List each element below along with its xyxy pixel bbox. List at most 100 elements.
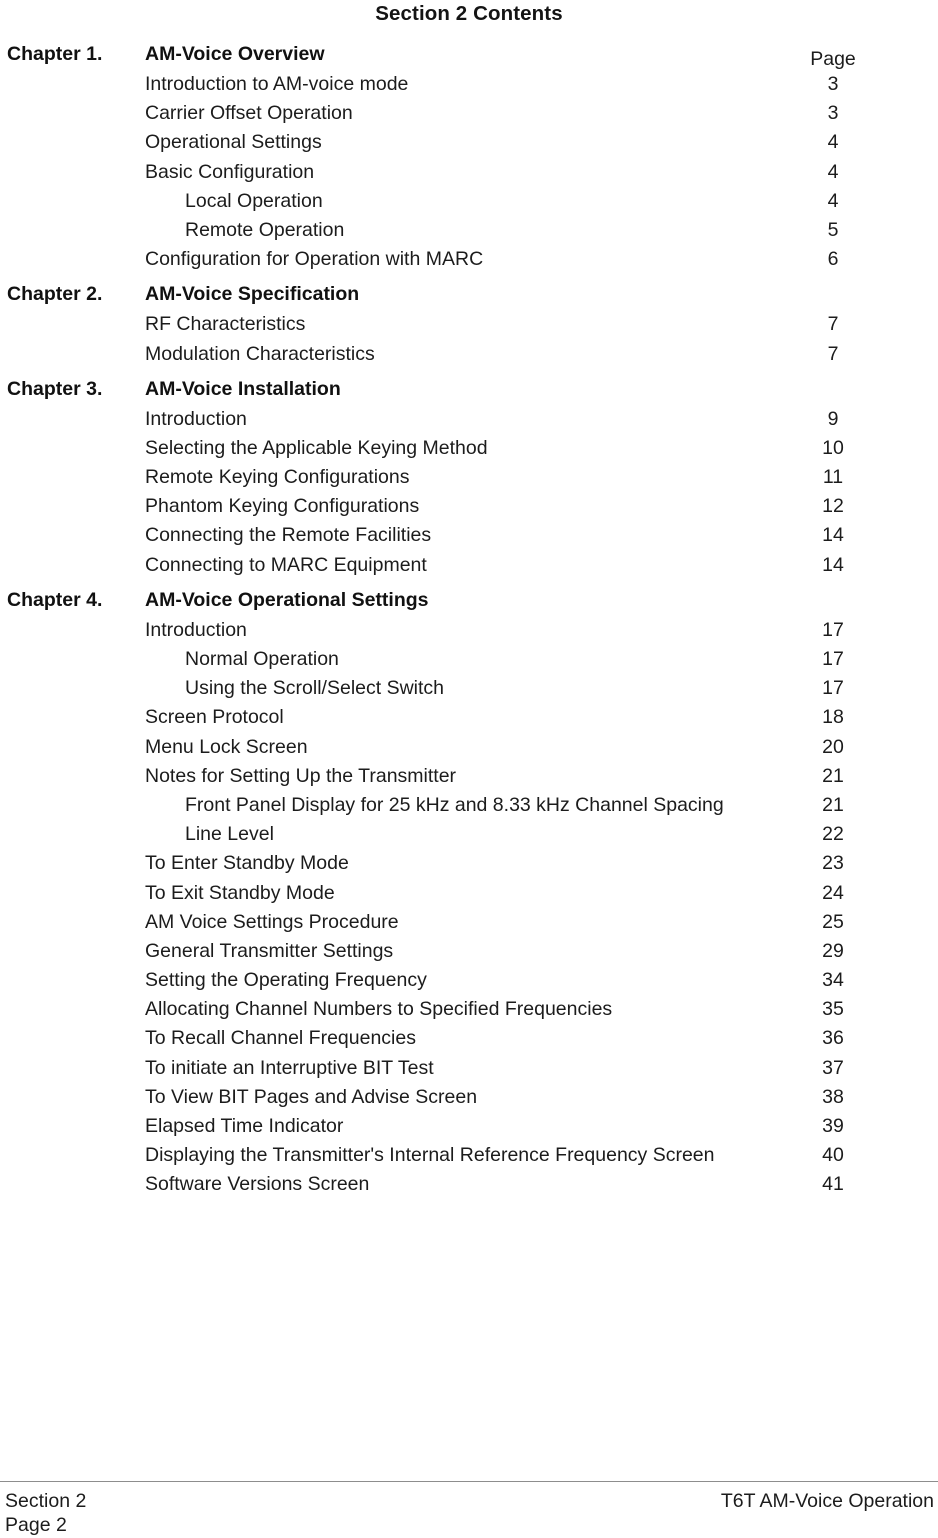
- toc-entry-title: Front Panel Display for 25 kHz and 8.33 …: [185, 793, 724, 816]
- toc-entry-row[interactable]: Menu Lock Screen 20: [0, 733, 938, 762]
- toc-entry-page-number: 22: [822, 823, 844, 846]
- toc-entry-title: Basic Configuration: [145, 160, 315, 183]
- toc-entry-row[interactable]: Screen Protocol 18: [0, 703, 938, 732]
- toc-entry-title: Connecting to MARC Equipment: [145, 553, 427, 576]
- toc-entry-title: RF Characteristics: [145, 313, 306, 336]
- toc-entry-title: Allocating Channel Numbers to Specified …: [145, 998, 613, 1021]
- footer-left: Section 2 Page 2: [5, 1489, 86, 1537]
- toc-entry-row[interactable]: General Transmitter Settings 29: [0, 937, 938, 966]
- toc-entry-title: Introduction: [145, 407, 247, 430]
- toc-entry-page-number: 18: [822, 706, 844, 729]
- toc-entry-row[interactable]: Displaying the Transmitter's Internal Re…: [0, 1141, 938, 1170]
- toc-entry-row[interactable]: AM Voice Settings Procedure 25: [0, 908, 938, 937]
- toc-entry-row[interactable]: Elapsed Time Indicator 39: [0, 1112, 938, 1141]
- toc-entry-title: Menu Lock Screen: [145, 735, 308, 758]
- toc-entry-page-number: 25: [822, 910, 844, 933]
- toc-entry-title: Setting the Operating Frequency: [145, 969, 427, 992]
- toc-entry-row[interactable]: To initiate an Interruptive BIT Test 37: [0, 1054, 938, 1083]
- toc-entry-title: Displaying the Transmitter's Internal Re…: [145, 1144, 715, 1167]
- toc-entry-row[interactable]: Front Panel Display for 25 kHz and 8.33 …: [0, 791, 938, 820]
- toc-entry-title: To Recall Channel Frequencies: [145, 1027, 416, 1050]
- toc-entry-row[interactable]: Remote Keying Configurations 11: [0, 463, 938, 492]
- chapter-title: AM-Voice Specification: [145, 283, 360, 306]
- toc-entry-page-number: 7: [827, 342, 839, 365]
- toc-entry-page-number: 21: [822, 793, 844, 816]
- toc-entry-page-number: 4: [827, 131, 839, 154]
- toc-entry-row[interactable]: Setting the Operating Frequency 34: [0, 966, 938, 995]
- chapter-heading-row[interactable]: Chapter 1. AM-Voice Overview: [0, 38, 938, 70]
- chapter-title: AM-Voice Overview: [145, 43, 325, 65]
- toc-entry-row[interactable]: Line Level 22: [0, 820, 938, 849]
- chapter-number-label: Chapter 3.: [7, 377, 103, 400]
- toc-entry-title: To Enter Standby Mode: [145, 852, 349, 875]
- toc-entry-row[interactable]: Introduction 17: [0, 616, 938, 645]
- toc-entry-row[interactable]: Phantom Keying Configurations 12: [0, 492, 938, 521]
- toc-entry-row[interactable]: Local Operation 4: [0, 187, 938, 216]
- toc-entry-row[interactable]: Software Versions Screen 41: [0, 1170, 938, 1199]
- toc-entry-title: Local Operation: [185, 189, 323, 212]
- chapter-title: AM-Voice Installation: [145, 377, 341, 400]
- toc-entry-title: Remote Keying Configurations: [145, 466, 410, 489]
- chapter-number-label: Chapter 1.: [7, 43, 103, 65]
- chapter-heading-row[interactable]: Chapter 3. AM-Voice Installation: [0, 373, 938, 405]
- toc-entry-row[interactable]: Carrier Offset Operation 3: [0, 99, 938, 128]
- toc-entry-row[interactable]: To Recall Channel Frequencies 36: [0, 1024, 938, 1053]
- toc-entry-title: Remote Operation: [185, 218, 345, 241]
- toc-entry-row[interactable]: To Exit Standby Mode 24: [0, 879, 938, 908]
- toc-entry-page-number: 40: [822, 1144, 844, 1167]
- toc-entry-row[interactable]: Introduction 9: [0, 405, 938, 434]
- toc-entry-row[interactable]: Configuration for Operation with MARC 6: [0, 245, 938, 274]
- footer-page-label: Page 2: [5, 1514, 67, 1536]
- chapter-title: AM-Voice Operational Settings: [145, 588, 429, 611]
- toc-entry-title: Line Level: [185, 823, 274, 846]
- toc-entry-title: Connecting the Remote Facilities: [145, 524, 432, 547]
- toc-entry-title: Notes for Setting Up the Transmitter: [145, 764, 457, 787]
- table-of-contents: Chapter 1. AM-Voice Overview Introduction …: [0, 38, 938, 1200]
- toc-entry-page-number: 4: [827, 160, 839, 183]
- toc-entry-page-number: 34: [822, 969, 844, 992]
- toc-entry-row[interactable]: Normal Operation 17: [0, 645, 938, 674]
- toc-entry-title: Operational Settings: [145, 131, 322, 154]
- toc-entry-page-number: 36: [822, 1027, 844, 1050]
- toc-entry-row[interactable]: To Enter Standby Mode 23: [0, 849, 938, 878]
- toc-entry-title: To Exit Standby Mode: [145, 881, 335, 904]
- chapter-heading-row[interactable]: Chapter 4. AM-Voice Operational Settings: [0, 584, 938, 616]
- toc-entry-page-number: 41: [822, 1173, 844, 1196]
- toc-entry-page-number: 23: [822, 852, 844, 875]
- chapter-block: Chapter 2. AM-Voice Specification RF Chara…: [0, 278, 938, 368]
- toc-entry-title: Using the Scroll/Select Switch: [185, 677, 445, 700]
- toc-entry-row[interactable]: Using the Scroll/Select Switch 17: [0, 674, 938, 703]
- toc-entry-title: To initiate an Interruptive BIT Test: [145, 1056, 434, 1079]
- toc-entry-page-number: 24: [822, 881, 844, 904]
- toc-entry-row[interactable]: RF Characteristics 7: [0, 310, 938, 339]
- toc-entry-row[interactable]: Allocating Channel Numbers to Specified …: [0, 995, 938, 1024]
- footer-document-title: T6T AM-Voice Operation: [720, 1490, 934, 1512]
- toc-entry-row[interactable]: Modulation Characteristics 7: [0, 340, 938, 369]
- toc-entry-page-number: 29: [822, 939, 844, 962]
- toc-entry-row[interactable]: Remote Operation 5: [0, 216, 938, 245]
- page-title: Section 2 Contents: [375, 2, 563, 25]
- toc-entry-title: Introduction: [145, 618, 247, 641]
- toc-entry-row[interactable]: To View BIT Pages and Advise Screen 38: [0, 1083, 938, 1112]
- chapter-number-label: Chapter 4.: [7, 588, 103, 611]
- toc-entry-title: Modulation Characteristics: [145, 342, 375, 365]
- toc-entry-row[interactable]: Selecting the Applicable Keying Method 10: [0, 434, 938, 463]
- toc-entry-title: Introduction to AM-voice mode: [145, 73, 409, 95]
- toc-entry-row[interactable]: Connecting the Remote Facilities 14: [0, 521, 938, 550]
- toc-entry-page-number: 17: [822, 648, 844, 670]
- toc-entry-title: Normal Operation: [185, 648, 339, 670]
- toc-entry-row[interactable]: Operational Settings 4: [0, 128, 938, 157]
- toc-entry-page-number: 37: [822, 1056, 844, 1079]
- toc-entry-row[interactable]: Notes for Setting Up the Transmitter 21: [0, 762, 938, 791]
- toc-entry-page-number: 5: [827, 218, 839, 241]
- toc-entry-row[interactable]: Basic Configuration 4: [0, 158, 938, 187]
- toc-entry-page-number: 4: [827, 189, 839, 212]
- toc-entry-page-number: 6: [827, 248, 839, 271]
- toc-entry-row[interactable]: Introduction to AM-voice mode 3: [0, 70, 938, 99]
- toc-entry-title: Phantom Keying Configurations: [145, 495, 420, 518]
- toc-entry-page-number: 17: [822, 677, 844, 700]
- toc-entry-page-number: 12: [822, 495, 844, 518]
- toc-entry-page-number: 17: [822, 618, 844, 641]
- chapter-heading-row[interactable]: Chapter 2. AM-Voice Specification: [0, 278, 938, 310]
- toc-entry-row[interactable]: Connecting to MARC Equipment 14: [0, 551, 938, 580]
